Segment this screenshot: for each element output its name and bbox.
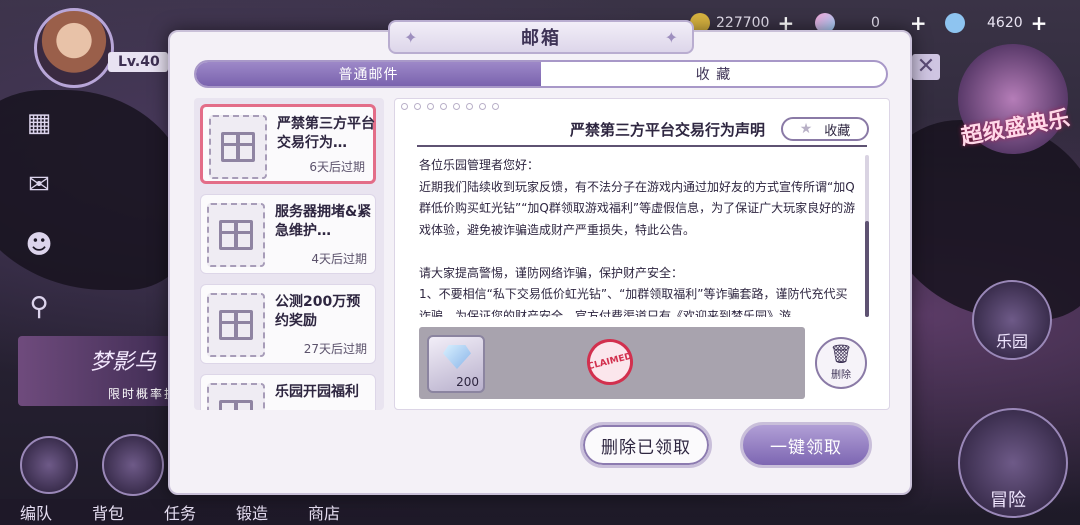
mail-scrollbar-thumb[interactable]	[865, 221, 869, 317]
mailbox-dialog: ✦ 邮箱 ✦ 普通邮件 收 藏 严禁第三方平台交易行为… 6天后过期 服务器拥堵…	[168, 20, 912, 495]
star-icon: ★	[799, 121, 813, 137]
player-avatar[interactable]	[34, 8, 114, 88]
mail-body[interactable]: 各位乐园管理者您好： 近期我们陆续收到玩家反馈，有不法分子在游戏内通过加好友的方…	[419, 155, 859, 317]
nav-tasks[interactable]: 任务	[144, 500, 216, 524]
claimed-stamp-icon: CLAIMED	[582, 334, 638, 390]
mail-paragraph: 1、不要相信“私下交易低价虹光钻”、“加群领取福利”等诈骗套路，谨防代充代买诈骗…	[419, 287, 848, 317]
team-button[interactable]	[20, 436, 78, 494]
attachment-item[interactable]: 200	[427, 335, 485, 393]
title-divider	[417, 145, 867, 147]
attachment-area: 200 CLAIMED	[419, 327, 805, 399]
nav-bag[interactable]: 背包	[72, 500, 144, 524]
mail-greeting: 各位乐园管理者您好：	[419, 158, 540, 172]
nav-shop[interactable]: 商店	[288, 500, 360, 524]
nav-forge[interactable]: 锻造	[216, 500, 288, 524]
mailbox-tabs: 普通邮件 收 藏	[194, 60, 888, 88]
mailbox-title: 邮箱	[521, 28, 561, 49]
delete-claimed-button[interactable]: 删除已领取	[580, 422, 712, 468]
mail-item[interactable]: 服务器拥堵&紧急维护… 4天后过期	[200, 194, 376, 274]
mailbox-title-bar: ✦ 邮箱 ✦	[388, 20, 694, 54]
gold-amount: 227700	[716, 15, 770, 31]
mail-detail-panel: 严禁第三方平台交易行为声明 ★ 收藏 各位乐园管理者您好： 近期我们陆续收到玩家…	[394, 98, 890, 410]
tab-favorites[interactable]: 收 藏	[541, 62, 886, 86]
tab-normal-mail[interactable]: 普通邮件	[196, 62, 541, 86]
mail-icon[interactable]: ✉	[22, 168, 56, 202]
diamond-amount: 4620	[987, 15, 1023, 31]
gift-icon	[209, 115, 267, 179]
diamond-icon	[443, 345, 471, 369]
favorite-label: 收藏	[824, 123, 851, 139]
sparkle-icon: ✦	[664, 28, 678, 47]
mail-title: 严禁第三方平台交易行为…	[277, 116, 375, 151]
adventure-label: 冒险	[990, 490, 1026, 511]
diamond-add-button[interactable]: +	[1031, 11, 1048, 35]
mail-list[interactable]: 严禁第三方平台交易行为… 6天后过期 服务器拥堵&紧急维护… 4天后过期 公测2…	[194, 98, 384, 410]
delete-label: 删除	[831, 369, 851, 381]
rainbow-gem-amount: 0	[871, 15, 880, 31]
attachment-count: 200	[456, 375, 479, 389]
mail-title: 乐园开园福利	[275, 384, 359, 400]
limited-event-banner[interactable]: 梦影乌 限时概率提	[18, 336, 186, 406]
mail-expire: 6天后过期	[309, 160, 365, 174]
diamond-resource: 4620 +	[945, 10, 1047, 36]
decorative-dots	[401, 103, 499, 110]
delete-mail-button[interactable]: 🗑 删除	[815, 337, 867, 389]
paradise-label: 乐园	[996, 332, 1029, 351]
nav-team[interactable]: 编队	[0, 500, 72, 524]
trash-icon: 🗑	[829, 343, 853, 365]
sparkle-icon: ✦	[404, 28, 418, 47]
mail-detail-title: 严禁第三方平台交易行为声明	[569, 121, 765, 139]
favorite-button[interactable]: ★ 收藏	[781, 117, 869, 141]
mail-paragraph: 请大家提高警惕，谨防网络诈骗，保护财产安全：	[419, 265, 684, 280]
balloon-icon[interactable]: ⚲	[22, 290, 56, 324]
close-mailbox-button[interactable]: ✕	[912, 54, 940, 80]
mail-paragraph: 近期我们陆续收到玩家反馈，有不法分子在游戏内通过加好友的方式宣传所谓“加Q群低价…	[419, 179, 856, 237]
bag-button[interactable]	[102, 434, 164, 496]
claim-all-button[interactable]: 一键领取	[740, 422, 872, 468]
grid-menu-icon[interactable]: ▦	[22, 106, 56, 140]
diamond-icon	[945, 13, 965, 33]
mail-expire: 4天后过期	[311, 252, 367, 266]
friends-icon[interactable]: ☻	[22, 228, 56, 262]
mail-item[interactable]: 乐园开园福利	[200, 374, 376, 410]
mail-item[interactable]: 公测200万预约奖励 27天后过期	[200, 284, 376, 364]
gift-icon	[207, 293, 265, 357]
mail-title: 公测200万预约奖励	[275, 294, 361, 329]
bottom-nav: 编队 背包 任务 锻造 商店	[0, 499, 420, 525]
mail-expire: 27天后过期	[303, 342, 367, 356]
level-badge: Lv.40	[108, 52, 168, 72]
mail-item[interactable]: 严禁第三方平台交易行为… 6天后过期	[200, 104, 376, 184]
gift-icon	[207, 383, 265, 410]
mail-title: 服务器拥堵&紧急维护…	[275, 204, 372, 239]
rainbow-gem-add-button[interactable]: +	[910, 11, 927, 35]
gift-icon	[207, 203, 265, 267]
banner-title: 梦影乌	[90, 350, 157, 375]
